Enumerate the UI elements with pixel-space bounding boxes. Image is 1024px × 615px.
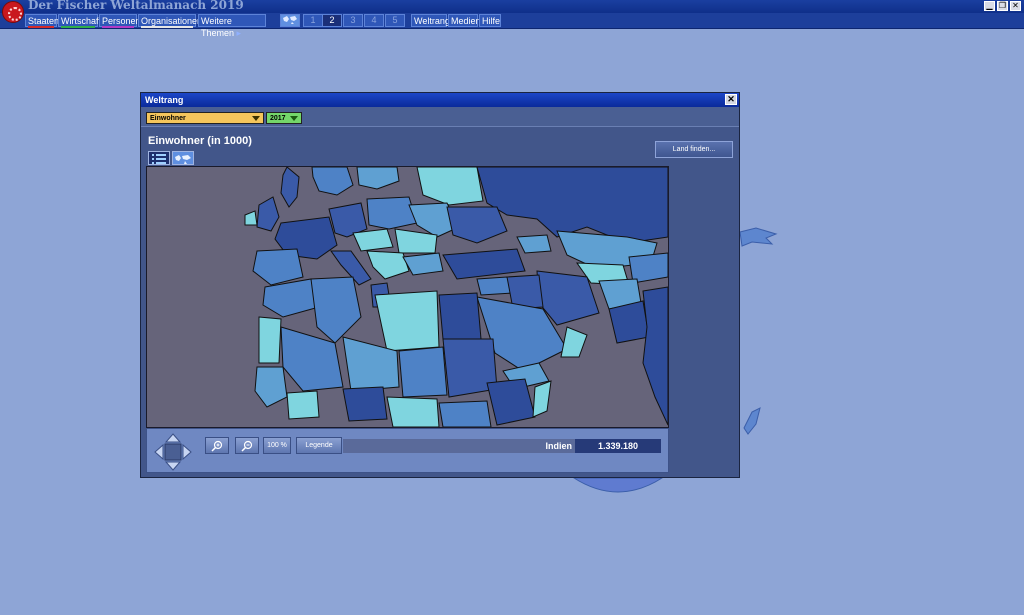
map-country[interactable] [258,316,282,364]
map-country[interactable] [532,380,552,418]
tab-3[interactable]: 3 [343,14,363,27]
background-map-fragment [743,407,761,435]
chevron-down-icon [290,116,298,121]
menu-wirtschaft[interactable]: Wirtschaft [58,14,102,28]
year-select[interactable]: 2017 [266,112,302,124]
land-finden-button[interactable]: Land finden... [655,141,733,158]
map-country[interactable] [366,250,410,280]
zoom-out-button[interactable] [235,437,259,454]
restore-button[interactable]: ❐ [997,1,1008,11]
list-view-button[interactable] [148,151,170,165]
menu-underline [28,26,54,28]
menu-label: Organisationen [141,16,203,26]
indicator-select-value: Einwohner [150,115,186,122]
map-country[interactable] [442,248,526,280]
map-country[interactable] [256,196,280,232]
pan-right-icon[interactable] [182,443,192,461]
dialog-close-button[interactable]: ✕ [725,94,737,105]
menu-underline [61,26,95,28]
menu-label: Wirtschaft [61,16,102,26]
background-map-fragment [739,227,778,247]
dialog-toolbar: Einwohner 2017 [141,107,739,127]
zoom-100-button[interactable]: 100 % [263,437,291,454]
map-country[interactable] [642,286,668,426]
map-country[interactable] [352,228,394,252]
menu-underline [141,26,193,28]
indicator-select[interactable]: Einwohner [146,112,264,124]
legend-button[interactable]: Legende [296,437,342,454]
map-view-button[interactable] [172,151,194,165]
tab-5[interactable]: 5 [385,14,405,27]
indicator-heading: Einwohner (in 1000) [148,135,252,147]
map-country[interactable] [254,366,288,408]
tab-2[interactable]: 2 [322,14,342,27]
menu-label: Staaten [28,16,60,26]
menu-underline [102,26,134,28]
world-map[interactable] [146,166,669,428]
pan-left-icon[interactable] [154,443,164,461]
map-country[interactable] [286,390,320,420]
map-country[interactable] [446,206,508,244]
world-map-icon [283,16,297,24]
dialog-title: Weltrang [145,95,184,105]
selected-value: 1.339.180 [575,439,661,453]
map-country[interactable] [416,167,484,206]
map-country[interactable] [374,290,440,352]
menu-weitere-themen[interactable]: Weitere Themen ▸ [198,14,266,38]
app-titlebar: Der Fischer Weltalmanach 2019 ▁ ❐ ✕ [0,0,1024,23]
map-country[interactable] [356,167,400,190]
map-country[interactable] [342,386,388,422]
year-select-value: 2017 [270,115,286,122]
zoom-in-button[interactable] [205,437,229,454]
map-country[interactable] [244,210,258,226]
map-country[interactable] [402,252,444,276]
map-country[interactable] [560,326,588,358]
map-country[interactable] [280,167,300,208]
tab-4[interactable]: 4 [364,14,384,27]
menu-hilfe[interactable]: Hilfe [479,14,501,27]
map-country[interactable] [398,346,448,398]
pan-up-icon[interactable] [164,433,182,443]
pan-center-icon[interactable] [164,443,182,461]
tab-1[interactable]: 1 [303,14,323,27]
map-control-bar: 100 % Legende Indien 1.339.180 [146,428,669,473]
menu-staaten[interactable]: Staaten [25,14,60,28]
minimize-button[interactable]: ▁ [984,1,995,11]
menu-weltrang[interactable]: Weltrang [411,14,450,27]
close-button[interactable]: ✕ [1010,1,1021,11]
menu-label: Weitere Themen [201,16,235,38]
map-country[interactable] [310,276,362,344]
selected-country: Indien [545,441,573,451]
menu-bar: Staaten Wirtschaft Personen Organisation… [0,13,1024,38]
background-map-fragment [572,477,664,493]
pan-down-icon[interactable] [164,461,182,471]
map-country[interactable] [252,248,304,286]
chevron-right-icon: ▸ [236,28,242,38]
map-country[interactable] [386,396,440,427]
zoom-out-icon [241,440,253,452]
app-title: Der Fischer Weltalmanach 2019 [28,0,244,12]
map-country[interactable] [366,196,418,230]
map-country[interactable] [438,400,492,427]
pan-control[interactable] [153,432,193,472]
menu-personen[interactable]: Personen [99,14,141,28]
menu-medien[interactable]: Medien [448,14,481,27]
map-toolbar-button[interactable] [280,14,300,27]
map-country[interactable] [608,300,650,344]
chevron-down-icon [252,116,260,121]
map-country[interactable] [311,167,354,196]
map-country[interactable] [438,292,482,340]
weltrang-dialog: Weltrang ✕ Einwohner 2017 Einwohner (in … [140,92,740,478]
menu-label: Personen [102,16,141,26]
map-country[interactable] [516,234,552,254]
zoom-in-icon [211,440,223,452]
app-logo-icon [2,1,24,23]
map-country[interactable] [628,252,668,284]
map-view-icon [175,155,191,164]
dialog-titlebar: Weltrang ✕ [141,93,739,107]
menu-organisationen[interactable]: Organisationen [138,14,202,28]
list-view-icon [152,154,166,164]
